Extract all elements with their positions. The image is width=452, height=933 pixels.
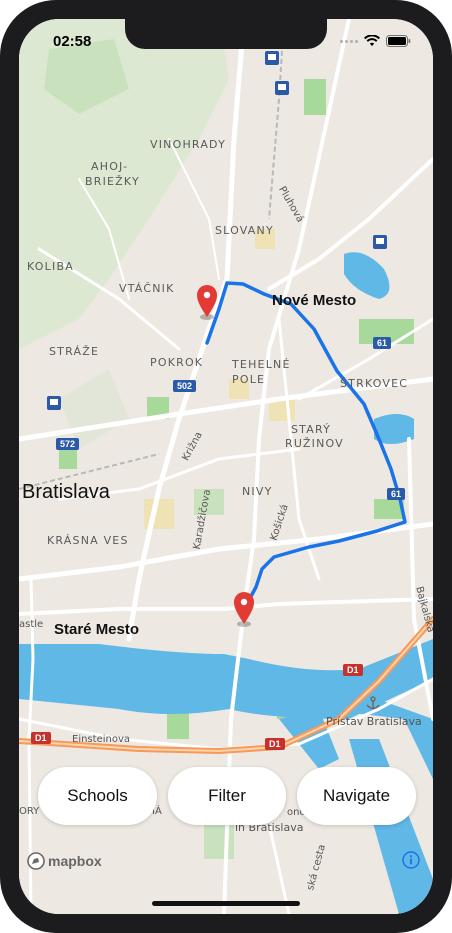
street-label: Prístav Bratislava (326, 715, 422, 728)
street-label: Einsteinova (72, 734, 130, 745)
road-shield: 502 (173, 380, 197, 392)
mapbox-wordmark: mapbox (48, 853, 102, 869)
schools-button[interactable]: Schools (38, 767, 157, 825)
filter-button[interactable]: Filter (168, 767, 286, 825)
district-label: BRIEŽKY (85, 175, 140, 188)
road-shield: D1 (265, 738, 285, 750)
city-label-bratislava: Bratislava (22, 481, 110, 503)
district-label: RUŽINOV (285, 437, 344, 450)
district-label: POKROK (150, 356, 204, 369)
road-shield: 61 (387, 488, 406, 500)
cellular-signal-icon (340, 39, 358, 43)
status-time: 02:58 (53, 33, 92, 50)
road-shield: D1 (31, 732, 51, 744)
action-bar: Schools Filter Navigate (38, 767, 418, 825)
phone-frame: VINOHRADY AHOJ- BRIEŽKY SLOVANY KOLIBA V… (0, 0, 452, 933)
district-label: VTÁČNIK (119, 282, 175, 295)
city-label-nove-mesto: Nové Mesto (272, 292, 357, 309)
mapbox-logo-icon (27, 852, 45, 870)
district-label: VINOHRADY (150, 138, 227, 151)
train-station-icon (373, 235, 387, 249)
district-label: SLOVANY (215, 224, 274, 237)
district-label: STRÁŽE (49, 345, 100, 358)
street-label: ORY (19, 806, 40, 817)
mapbox-attribution[interactable]: mapbox (27, 852, 102, 870)
train-station-icon (265, 51, 279, 65)
district-label: POLE (232, 373, 266, 386)
train-station-icon (47, 396, 61, 410)
home-indicator[interactable] (152, 901, 300, 906)
district-label: STARÝ (291, 423, 332, 436)
navigate-button[interactable]: Navigate (297, 767, 416, 825)
district-label: KOLIBA (27, 260, 74, 273)
district-label: KRÁSNA VES (47, 534, 129, 547)
train-station-icon (275, 81, 289, 95)
district-label: ŠTRKOVEC (340, 377, 409, 390)
city-label-stare-mesto: Staré Mesto (54, 621, 140, 638)
wifi-icon (364, 35, 380, 46)
district-label: NIVY (242, 485, 273, 498)
road-shield: D1 (343, 664, 363, 676)
district-label: AHOJ- (91, 160, 129, 173)
map-screen[interactable]: VINOHRADY AHOJ- BRIEŽKY SLOVANY KOLIBA V… (19, 19, 433, 914)
road-shield: 572 (56, 438, 80, 450)
street-label: astle (19, 619, 44, 630)
road-shield: 61 (373, 337, 392, 349)
info-icon[interactable] (402, 851, 420, 869)
battery-icon (386, 35, 411, 47)
device-notch (125, 19, 327, 49)
district-label: TEHELNÉ (232, 358, 291, 371)
status-indicators (340, 35, 411, 47)
